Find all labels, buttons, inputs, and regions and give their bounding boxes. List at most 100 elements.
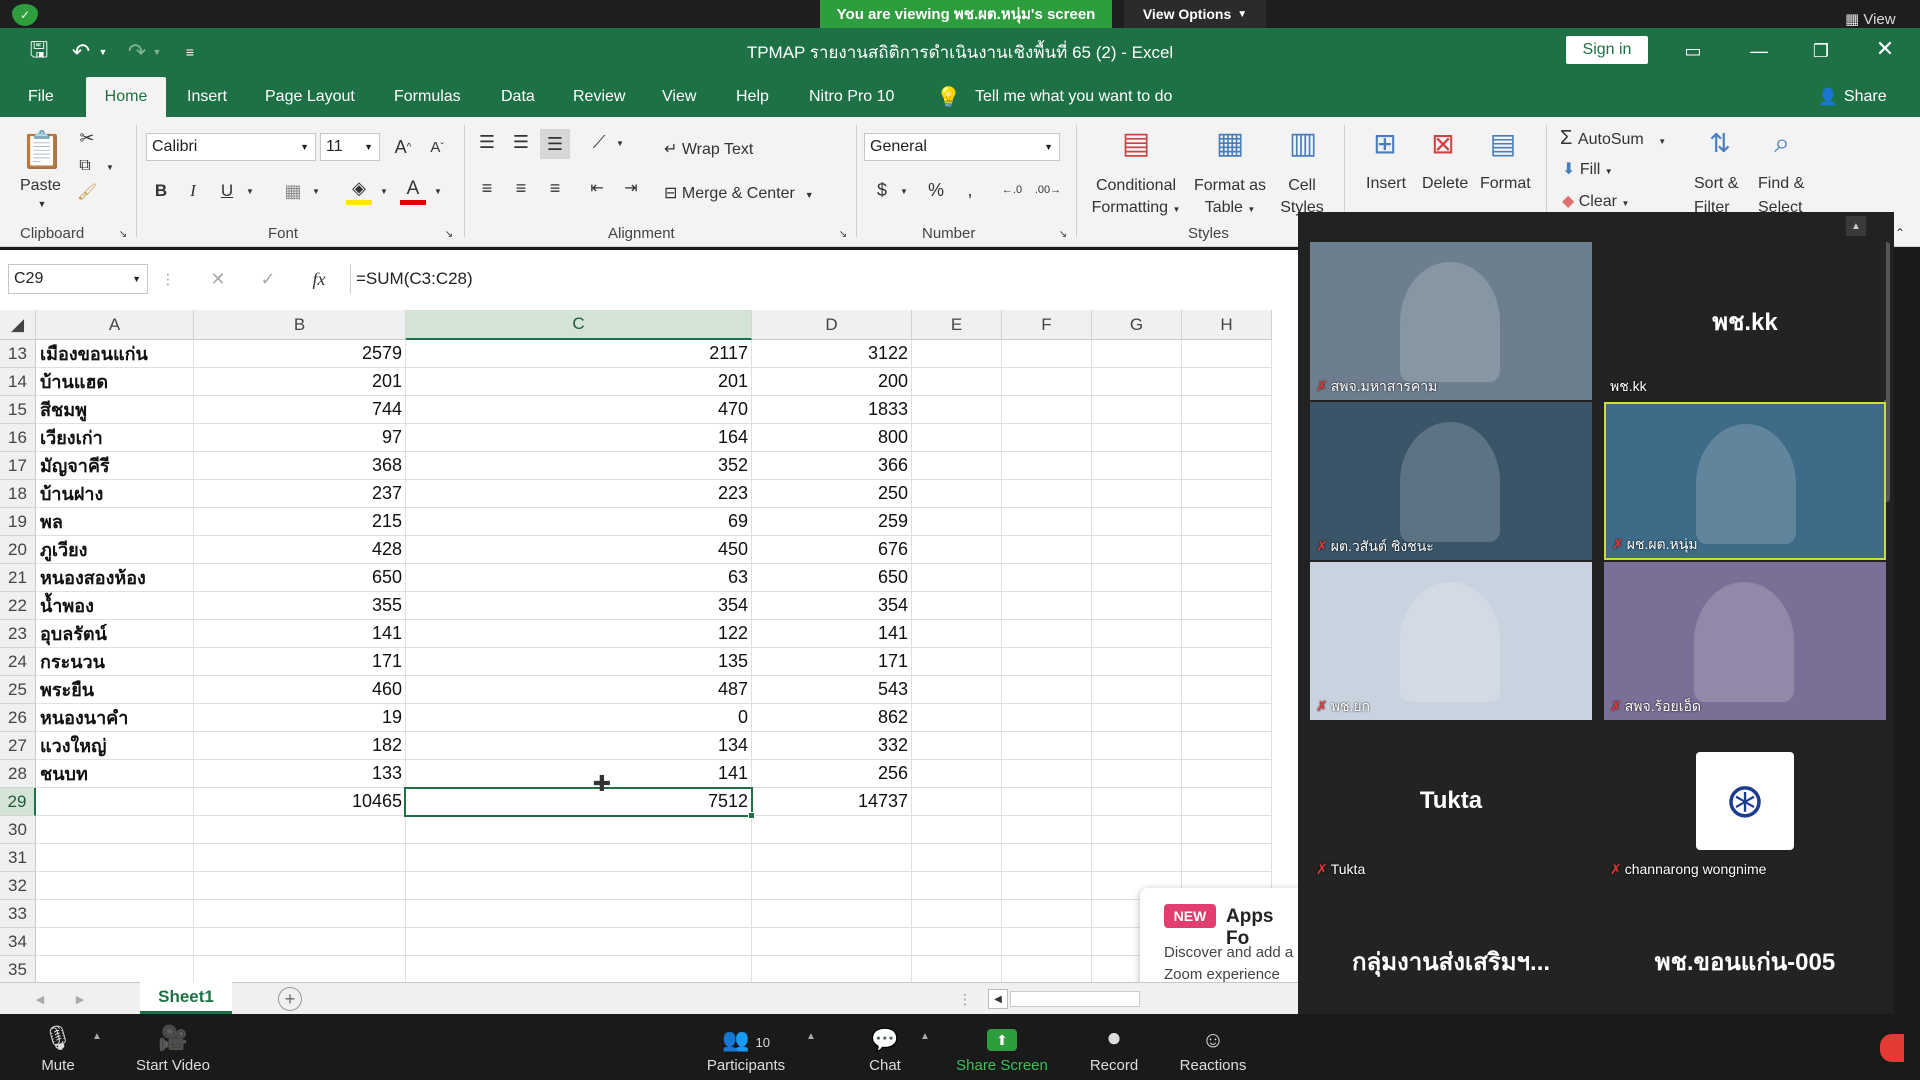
cell[interactable] xyxy=(1182,480,1272,508)
row-header[interactable]: 14 xyxy=(0,368,36,396)
cell[interactable] xyxy=(1092,424,1182,452)
column-header-c[interactable]: C xyxy=(406,310,752,340)
cell[interactable]: 19 xyxy=(194,704,406,732)
borders-dropdown-icon[interactable]: ▼ xyxy=(310,179,322,203)
sign-in-button[interactable]: Sign in xyxy=(1566,36,1648,64)
cell[interactable] xyxy=(912,620,1002,648)
cell[interactable]: 428 xyxy=(194,536,406,564)
row-header[interactable]: 18 xyxy=(0,480,36,508)
cell[interactable] xyxy=(912,592,1002,620)
cell[interactable] xyxy=(912,564,1002,592)
cell[interactable] xyxy=(1092,648,1182,676)
tab-data[interactable]: Data xyxy=(501,77,535,117)
column-header-b[interactable]: B xyxy=(194,310,406,340)
cell[interactable]: แวงใหญ่ xyxy=(36,732,194,760)
paste-dropdown-icon[interactable]: ▼ xyxy=(35,197,49,211)
comma-icon[interactable]: , xyxy=(960,177,980,203)
cell[interactable] xyxy=(1182,340,1272,368)
font-size-select[interactable]: 11 ▼ xyxy=(320,133,380,161)
cell[interactable] xyxy=(1182,424,1272,452)
row-header[interactable]: 27 xyxy=(0,732,36,760)
view-options-button[interactable]: View Options ▼ xyxy=(1124,0,1266,28)
magnifier-icon[interactable]: ⌕ xyxy=(1762,123,1802,163)
column-header-g[interactable]: G xyxy=(1092,310,1182,340)
cell[interactable] xyxy=(912,452,1002,480)
cell[interactable]: 355 xyxy=(194,592,406,620)
cell[interactable]: 354 xyxy=(752,592,912,620)
cell[interactable] xyxy=(1002,620,1092,648)
row-header[interactable]: 28 xyxy=(0,760,36,788)
cell[interactable]: เวียงเก่า xyxy=(36,424,194,452)
video-tile[interactable]: Tukta ✗ Tukta xyxy=(1310,722,1592,880)
cell[interactable] xyxy=(1002,928,1092,956)
cell[interactable]: ภูเวียง xyxy=(36,536,194,564)
cell[interactable] xyxy=(1002,900,1092,928)
increase-font-icon[interactable]: A ^ xyxy=(390,133,416,161)
fill-handle[interactable] xyxy=(748,812,755,819)
next-sheet-icon[interactable]: ▶ xyxy=(72,989,88,1009)
cell[interactable] xyxy=(1182,536,1272,564)
view-button[interactable]: ▦ View xyxy=(1845,10,1915,30)
video-tile[interactable]: ✗ สพจ.ร้อยเอ็ด xyxy=(1604,562,1886,720)
cell[interactable] xyxy=(1092,844,1182,872)
cell[interactable] xyxy=(1092,816,1182,844)
cancel-icon[interactable]: ✕ xyxy=(206,264,230,294)
sort-filter-icon[interactable]: ⇅ xyxy=(1700,123,1740,163)
cell[interactable] xyxy=(1002,564,1092,592)
cell[interactable]: 862 xyxy=(752,704,912,732)
cell[interactable] xyxy=(1092,508,1182,536)
record-button[interactable]: ⏺ Record xyxy=(1088,1014,1140,1080)
paste-label[interactable]: Paste xyxy=(20,177,61,195)
cell[interactable] xyxy=(1002,676,1092,704)
minimize-icon[interactable]: — xyxy=(1744,38,1774,64)
cell[interactable] xyxy=(1182,732,1272,760)
cell[interactable] xyxy=(1092,340,1182,368)
cell[interactable] xyxy=(1002,480,1092,508)
tab-page-layout[interactable]: Page Layout xyxy=(265,77,355,117)
cell[interactable] xyxy=(36,928,194,956)
cell[interactable] xyxy=(194,844,406,872)
cell[interactable] xyxy=(194,872,406,900)
sheet-tab-sheet1[interactable]: Sheet1 xyxy=(140,982,232,1014)
cell[interactable]: 201 xyxy=(406,368,752,396)
cell[interactable] xyxy=(1092,480,1182,508)
cell[interactable] xyxy=(406,844,752,872)
cell[interactable]: 487 xyxy=(406,676,752,704)
column-header-a[interactable]: A xyxy=(36,310,194,340)
cell[interactable] xyxy=(752,844,912,872)
cell[interactable] xyxy=(1092,396,1182,424)
row-header[interactable]: 29 xyxy=(0,788,36,816)
cell[interactable]: 201 xyxy=(194,368,406,396)
cell[interactable]: บ้านแฮด xyxy=(36,368,194,396)
cell[interactable] xyxy=(1002,340,1092,368)
merge-center-button[interactable]: ⊟ Merge & Center ▼ xyxy=(664,183,814,203)
cell[interactable]: 223 xyxy=(406,480,752,508)
cell[interactable] xyxy=(752,956,912,982)
prev-sheet-icon[interactable]: ◀ xyxy=(32,989,48,1009)
cell[interactable] xyxy=(194,956,406,982)
cell[interactable] xyxy=(1182,452,1272,480)
cell[interactable]: 250 xyxy=(752,480,912,508)
cell[interactable] xyxy=(912,508,1002,536)
cell[interactable] xyxy=(1002,452,1092,480)
row-header[interactable]: 13 xyxy=(0,340,36,368)
cell[interactable]: 7512 xyxy=(406,788,752,816)
cell[interactable] xyxy=(406,816,752,844)
cell[interactable]: 744 xyxy=(194,396,406,424)
restore-icon[interactable]: ❐ xyxy=(1806,38,1836,64)
fill-color-icon[interactable]: ◈ xyxy=(346,177,372,205)
cell[interactable] xyxy=(1092,452,1182,480)
column-header-d[interactable]: D xyxy=(752,310,912,340)
cell[interactable]: 63 xyxy=(406,564,752,592)
video-tile[interactable]: ✗ ผต.วสันต์ ชิงชนะ xyxy=(1310,402,1592,560)
cell[interactable] xyxy=(194,900,406,928)
cell[interactable] xyxy=(912,648,1002,676)
format-painter-icon[interactable]: 🖌 xyxy=(76,181,98,203)
cell[interactable] xyxy=(36,872,194,900)
cell[interactable]: 133 xyxy=(194,760,406,788)
cell[interactable] xyxy=(1092,368,1182,396)
cell[interactable] xyxy=(1182,592,1272,620)
underline-icon[interactable]: U xyxy=(216,179,238,203)
underline-dropdown-icon[interactable]: ▼ xyxy=(244,179,256,203)
decrease-font-icon[interactable]: Aˇ xyxy=(424,133,450,161)
